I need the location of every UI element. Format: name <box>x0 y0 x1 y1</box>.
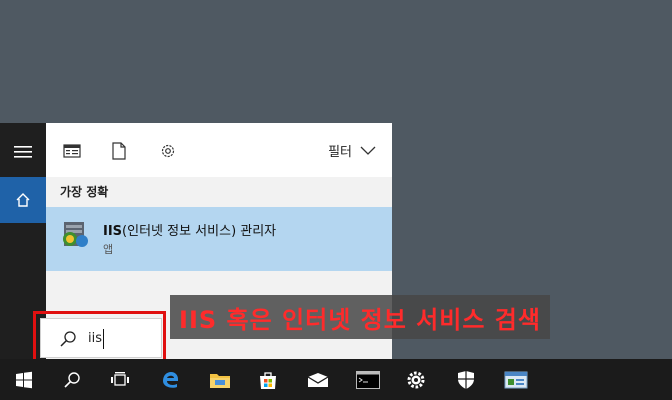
gear-icon <box>161 144 175 158</box>
settings-button[interactable] <box>392 359 440 400</box>
store-button[interactable] <box>244 359 292 400</box>
settings-filter-button[interactable] <box>158 141 178 161</box>
iis-manager-icon <box>504 371 528 388</box>
file-explorer-icon <box>210 373 230 388</box>
annotation-label: IIS 혹은 인터넷 정보 서비스 검색 <box>170 295 550 339</box>
iis-manager-taskbar-button[interactable] <box>492 359 540 400</box>
task-view-icon <box>111 371 129 386</box>
home-icon <box>16 193 30 207</box>
chevron-down-icon <box>360 146 376 155</box>
apps-icon <box>63 144 81 158</box>
command-prompt-icon <box>356 370 380 389</box>
hamburger-menu-button[interactable] <box>0 129 46 175</box>
store-icon <box>260 371 276 389</box>
annotation-text: IIS 혹은 인터넷 정보 서비스 검색 <box>179 305 541 334</box>
result-type: 앱 <box>103 243 114 256</box>
task-view-button[interactable] <box>96 359 144 400</box>
highlight-box <box>33 311 166 366</box>
apps-filter-button[interactable] <box>62 141 82 161</box>
document-icon <box>112 142 126 160</box>
file-explorer-button[interactable] <box>196 359 244 400</box>
panel-toolbar: 필터 <box>46 123 392 177</box>
best-match-result[interactable]: IIS(인터넷 정보 서비스) 관리자 앱 <box>46 207 392 271</box>
start-button[interactable] <box>0 359 48 400</box>
search-icon <box>64 371 80 388</box>
command-prompt-button[interactable] <box>344 359 392 400</box>
settings-gear-icon <box>407 371 425 388</box>
windows-defender-icon <box>458 370 474 389</box>
filter-dropdown[interactable]: 필터 <box>328 141 376 160</box>
section-best-match: 가장 정확 <box>60 185 109 199</box>
result-title: IIS(인터넷 정보 서비스) 관리자 <box>103 224 277 239</box>
edge-button[interactable] <box>146 359 194 400</box>
windows-start-icon <box>16 371 32 388</box>
filter-label: 필터 <box>328 145 352 160</box>
taskbar <box>0 359 672 400</box>
mail-icon <box>307 372 329 387</box>
taskbar-search-button[interactable] <box>48 359 96 400</box>
home-button[interactable] <box>0 177 46 223</box>
iis-manager-app-icon <box>63 222 88 247</box>
documents-filter-button[interactable] <box>109 141 129 161</box>
mail-button[interactable] <box>294 359 342 400</box>
windows-defender-button[interactable] <box>442 359 490 400</box>
edge-icon <box>163 371 178 388</box>
hamburger-icon <box>14 146 32 158</box>
